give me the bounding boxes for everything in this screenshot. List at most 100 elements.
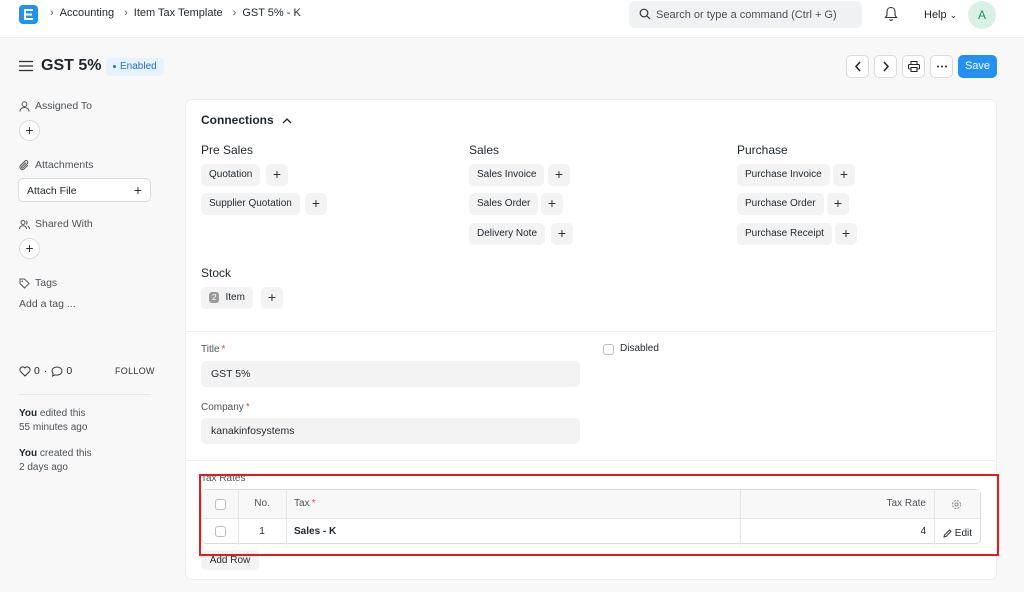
add-purchase-invoice-button[interactable]: +	[833, 164, 855, 186]
tags-label: Tags	[35, 277, 58, 289]
connections-heading[interactable]: Connections	[201, 113, 292, 127]
breadcrumb-current[interactable]: GST 5% - K	[242, 7, 300, 19]
next-button[interactable]	[874, 55, 897, 78]
title-label-text: Title	[201, 344, 220, 355]
purchase-heading: Purchase	[737, 143, 788, 157]
menu-icon[interactable]	[19, 60, 33, 72]
user-icon	[19, 100, 30, 112]
comment-count: 0	[66, 365, 73, 377]
chevron-down-icon: ⌄	[949, 10, 958, 20]
attach-file-button[interactable]: Attach File +	[18, 178, 151, 202]
disabled-label: Disabled	[620, 343, 659, 354]
activity-time: 55 minutes ago	[19, 422, 88, 433]
like-count: 0	[34, 365, 40, 377]
app-logo-icon[interactable]	[19, 5, 38, 24]
heart-icon[interactable]	[19, 365, 31, 377]
connection-supplier-quotation[interactable]: Supplier Quotation	[201, 193, 300, 215]
search-icon	[639, 8, 651, 20]
assigned-to-label: Assigned To	[35, 100, 93, 112]
follow-button[interactable]: FOLLOW	[115, 366, 155, 376]
sales-heading: Sales	[469, 143, 500, 157]
highlight-box	[199, 474, 999, 556]
status-badge: Enabled	[106, 58, 164, 76]
help-menu[interactable]: Help ⌄	[924, 9, 957, 21]
activity-action: edited this	[37, 408, 86, 419]
page-title: GST 5%	[41, 57, 102, 74]
avatar[interactable]: A	[968, 1, 996, 29]
attach-file-label: Attach File	[27, 185, 77, 197]
add-item-button[interactable]: +	[261, 287, 283, 309]
save-button[interactable]: Save	[958, 55, 997, 78]
connection-sales-order[interactable]: Sales Order	[469, 193, 539, 215]
chevron-right-icon: ›	[50, 7, 54, 19]
comment-icon[interactable]	[51, 365, 63, 377]
connection-sales-invoice[interactable]: Sales Invoice	[469, 164, 545, 186]
title-field-label: Title *	[201, 344, 225, 355]
likes-comments: 0 · 0	[19, 365, 72, 377]
printer-icon	[907, 61, 920, 72]
breadcrumb-accounting[interactable]: Accounting	[60, 7, 114, 19]
help-label: Help	[924, 9, 947, 21]
breadcrumb: › Accounting › Item Tax Template › GST 5…	[50, 7, 311, 19]
stock-heading: Stock	[201, 266, 232, 280]
item-count-badge: 2	[209, 291, 220, 303]
connection-quotation[interactable]: Quotation	[201, 164, 261, 186]
chevron-left-icon	[854, 61, 861, 72]
connection-item[interactable]: 2 Item	[201, 287, 253, 309]
more-button[interactable]	[930, 55, 953, 78]
paperclip-icon	[19, 159, 29, 170]
add-purchase-order-button[interactable]: +	[827, 193, 849, 215]
users-icon	[19, 219, 30, 229]
shared-with-label: Shared With	[35, 218, 93, 230]
activity-user: You	[19, 448, 38, 459]
status-label: Enabled	[120, 61, 157, 72]
assigned-to-section: Assigned To	[19, 100, 92, 112]
breadcrumb-item-tax-template[interactable]: Item Tax Template	[134, 7, 223, 19]
status-dot-icon	[113, 64, 116, 68]
connections-label: Connections	[201, 113, 274, 127]
add-quotation-button[interactable]: +	[266, 164, 288, 186]
chevron-right-icon	[882, 61, 889, 72]
disabled-checkbox[interactable]	[603, 344, 614, 355]
ellipsis-icon	[936, 65, 947, 68]
chevron-right-icon: ›	[232, 7, 237, 19]
previous-button[interactable]	[846, 55, 869, 78]
section-divider	[186, 460, 996, 461]
divider	[19, 394, 151, 395]
attachments-section: Attachments	[19, 159, 93, 171]
add-supplier-quotation-button[interactable]: +	[305, 193, 327, 215]
company-field[interactable]: kanakinfosystems	[201, 418, 580, 444]
search-input[interactable]: Search or type a command (Ctrl + G)	[656, 9, 837, 21]
tag-icon	[19, 278, 30, 289]
title-field[interactable]: GST 5%	[201, 361, 580, 387]
item-label: Item	[225, 292, 245, 303]
search-bar[interactable]: Search or type a command (Ctrl + G)	[629, 1, 862, 28]
chevron-right-icon: ›	[124, 7, 128, 19]
add-share-button[interactable]: +	[19, 238, 40, 259]
plus-icon: +	[133, 182, 142, 198]
activity-item: You created this 2 days ago	[19, 447, 92, 475]
connection-purchase-receipt[interactable]: Purchase Receipt	[737, 223, 832, 245]
connection-purchase-invoice[interactable]: Purchase Invoice	[737, 164, 830, 186]
pre-sales-heading: Pre Sales	[201, 143, 254, 157]
separator-dot: ·	[43, 365, 48, 377]
add-assignee-button[interactable]: +	[19, 120, 40, 141]
company-field-label: Company *	[201, 402, 250, 413]
add-tag-link[interactable]: Add a tag ...	[19, 298, 76, 310]
add-sales-invoice-button[interactable]: +	[548, 164, 570, 186]
shared-with-section: Shared With	[19, 218, 93, 230]
add-delivery-note-button[interactable]: +	[551, 223, 573, 245]
tags-section: Tags	[19, 277, 57, 289]
navbar: › Accounting › Item Tax Template › GST 5…	[0, 0, 1024, 38]
add-sales-order-button[interactable]: +	[541, 193, 563, 215]
bell-icon[interactable]	[884, 6, 898, 22]
activity-action: created this	[37, 448, 92, 459]
connection-delivery-note[interactable]: Delivery Note	[469, 223, 546, 245]
section-divider	[186, 331, 996, 332]
connection-purchase-order[interactable]: Purchase Order	[737, 193, 824, 215]
add-purchase-receipt-button[interactable]: +	[835, 223, 857, 245]
required-marker: *	[221, 344, 226, 355]
print-button[interactable]	[902, 55, 925, 78]
chevron-up-icon	[282, 117, 292, 123]
activity-item: You edited this 55 minutes ago	[19, 407, 87, 435]
